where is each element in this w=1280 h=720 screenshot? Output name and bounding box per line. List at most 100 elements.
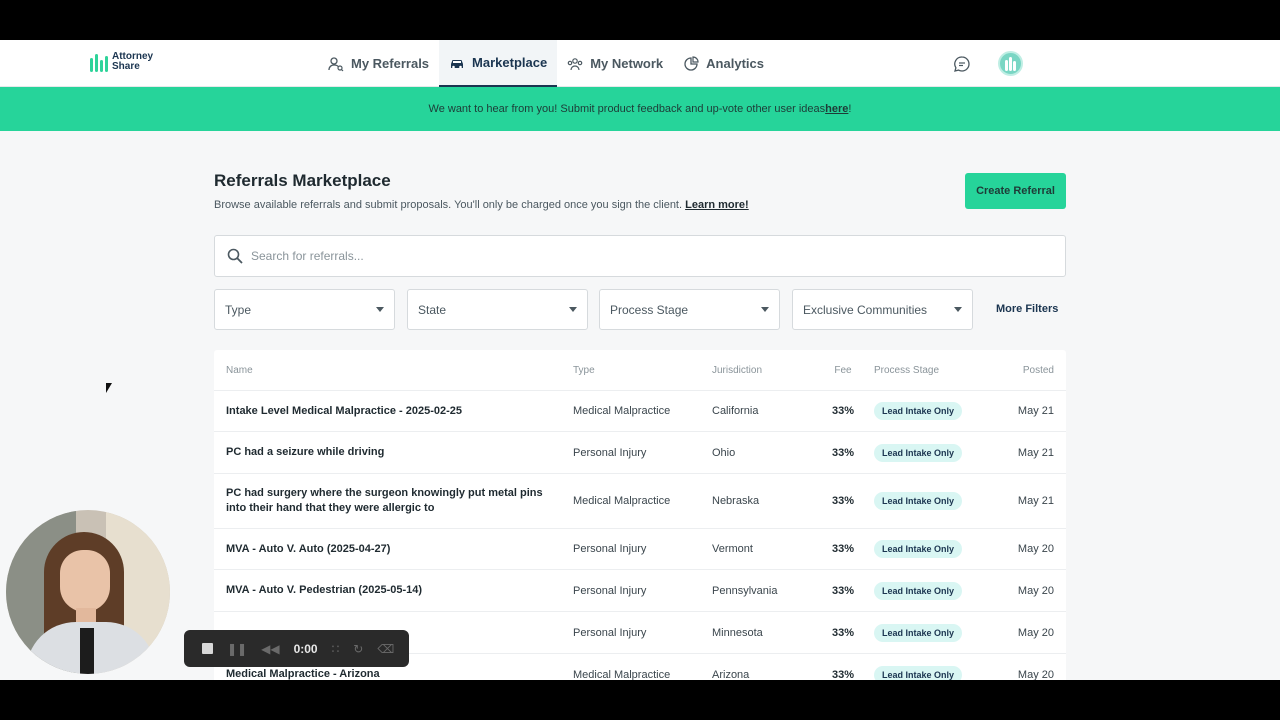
cell-posted: May 20 — [1017, 668, 1054, 681]
create-referral-button[interactable]: Create Referral — [965, 173, 1066, 209]
cell-name: Medical Malpractice - Arizona — [226, 668, 380, 680]
cell-process-stage: Lead Intake Only — [869, 402, 999, 420]
chevron-down-icon — [954, 307, 962, 312]
column-header-process-stage[interactable]: Process Stage — [869, 365, 999, 376]
cell-name: Intake Level Medical Malpractice - 2025-… — [226, 404, 463, 417]
column-header-type[interactable]: Type — [573, 365, 712, 376]
learn-more-link[interactable]: Learn more! — [685, 199, 749, 211]
cell-fee: 33% — [831, 495, 855, 507]
filter-label: Process Stage — [610, 302, 689, 317]
table-row[interactable]: Intake Level Medical Malpractice - 2025-… — [214, 390, 1066, 431]
logo-text: Attorney Share — [112, 52, 153, 72]
table-row[interactable]: PC had surgery where the surgeon knowing… — [214, 473, 1066, 528]
nav-item-my-referrals[interactable]: My Referrals — [318, 40, 439, 87]
status-badge: Lead Intake Only — [874, 581, 963, 600]
pause-icon[interactable]: ❚❚ — [227, 642, 247, 656]
rewind-icon[interactable]: ◀◀ — [261, 642, 279, 656]
cell-type: Personal Injury — [573, 626, 647, 639]
cell-name: MVA - Auto V. Auto (2025-04-27) — [226, 542, 391, 555]
letterbox-bottom — [0, 680, 1280, 720]
user-avatar[interactable] — [998, 51, 1023, 76]
car-icon — [451, 59, 464, 68]
chevron-down-icon — [569, 307, 577, 312]
logo-mark-icon — [90, 52, 108, 72]
cell-posted: May 20 — [1017, 543, 1054, 555]
cell-type: Personal Injury — [573, 446, 647, 459]
cell-jurisdiction: Arizona — [712, 668, 750, 681]
table-row[interactable]: MVA - Auto V. Pedestrian (2025-05-14) Pe… — [214, 569, 1066, 611]
nav-label: My Network — [590, 56, 664, 71]
chart-icon — [684, 55, 699, 71]
status-badge: Lead Intake Only — [874, 402, 963, 420]
cell-fee: 33% — [831, 668, 855, 681]
page-title: Referrals Marketplace — [214, 171, 391, 190]
nav-tabs: My Referrals Marketplace My Network Anal… — [318, 40, 774, 87]
page-subtitle: Browse available referrals and submit pr… — [214, 199, 749, 211]
stop-icon[interactable] — [202, 643, 213, 654]
banner-link[interactable]: here — [825, 103, 848, 115]
status-badge: Lead Intake Only — [874, 665, 963, 680]
cell-name: PC had a seizure while driving — [226, 446, 385, 458]
cell-posted: May 21 — [1017, 405, 1054, 417]
table-row[interactable]: PC had a seizure while driving Personal … — [214, 431, 1066, 473]
recording-toolbar: ❚❚ ◀◀ 0:00 ∷ ↻ ⌫ — [184, 630, 409, 667]
filter-label: Exclusive Communities — [803, 302, 928, 317]
cell-jurisdiction: Pennsylvania — [712, 584, 778, 597]
column-header-name[interactable]: Name — [214, 365, 573, 376]
type-filter[interactable]: Type — [214, 289, 395, 330]
column-header-jurisdiction[interactable]: Jurisdiction — [712, 365, 817, 376]
status-badge: Lead Intake Only — [874, 540, 963, 558]
nav-label: Analytics — [706, 56, 764, 71]
restart-icon[interactable]: ↻ — [353, 642, 363, 656]
status-badge: Lead Intake Only — [874, 443, 963, 462]
nav-item-my-network[interactable]: My Network — [557, 40, 673, 87]
attorney-share-logo[interactable]: Attorney Share — [90, 52, 153, 72]
cell-jurisdiction: California — [712, 405, 759, 417]
feedback-banner: We want to hear from you! Submit product… — [0, 87, 1280, 131]
grid-icon[interactable]: ∷ — [332, 642, 340, 656]
search-input[interactable] — [251, 249, 1031, 263]
cell-jurisdiction: Ohio — [712, 446, 736, 459]
exclusive-communities-filter[interactable]: Exclusive Communities — [792, 289, 973, 330]
letterbox-top — [0, 0, 1280, 40]
process-stage-filter[interactable]: Process Stage — [599, 289, 780, 330]
search-icon — [227, 248, 243, 264]
column-header-posted[interactable]: Posted — [999, 365, 1066, 376]
chevron-down-icon — [376, 307, 384, 312]
nav-label: Marketplace — [472, 55, 548, 70]
trash-icon[interactable]: ⌫ — [377, 642, 394, 656]
cell-name: MVA - Auto V. Pedestrian (2025-05-14) — [226, 584, 423, 596]
cell-fee: 33% — [831, 446, 855, 459]
cell-process-stage: Lead Intake Only — [869, 540, 999, 558]
chat-icon[interactable] — [953, 55, 971, 73]
mouse-cursor-icon — [106, 383, 112, 393]
app-window: Attorney Share My Referrals Marketplace … — [0, 40, 1280, 680]
cell-fee: 33% — [831, 584, 855, 597]
cell-fee: 33% — [831, 405, 855, 417]
table-header: Name Type Jurisdiction Fee Process Stage… — [214, 350, 1066, 390]
search-box[interactable] — [214, 235, 1066, 277]
cell-posted: May 20 — [1017, 584, 1054, 597]
table-row[interactable]: MVA - Auto V. Auto (2025-04-27) Personal… — [214, 528, 1066, 569]
cell-process-stage: Lead Intake Only — [869, 443, 999, 462]
cell-jurisdiction: Nebraska — [712, 495, 760, 507]
cell-process-stage: Lead Intake Only — [869, 623, 999, 642]
nav-item-marketplace[interactable]: Marketplace — [439, 40, 558, 87]
status-badge: Lead Intake Only — [874, 623, 963, 642]
more-filters-button[interactable]: More Filters — [996, 303, 1058, 315]
cell-type: Medical Malpractice — [573, 668, 671, 681]
nav-item-analytics[interactable]: Analytics — [673, 40, 774, 87]
cell-posted: May 20 — [1017, 626, 1054, 639]
status-badge: Lead Intake Only — [874, 492, 963, 510]
chevron-down-icon — [761, 307, 769, 312]
network-icon — [567, 57, 583, 70]
logo-line-2: Share — [112, 61, 140, 72]
cell-posted: May 21 — [1017, 495, 1054, 507]
banner-text: We want to hear from you! Submit product… — [428, 103, 826, 115]
column-header-fee[interactable]: Fee — [817, 365, 869, 376]
cell-jurisdiction: Minnesota — [712, 626, 763, 639]
cell-posted: May 21 — [1017, 446, 1054, 459]
recording-time: 0:00 — [293, 641, 318, 656]
state-filter[interactable]: State — [407, 289, 588, 330]
cell-fee: 33% — [831, 626, 855, 639]
